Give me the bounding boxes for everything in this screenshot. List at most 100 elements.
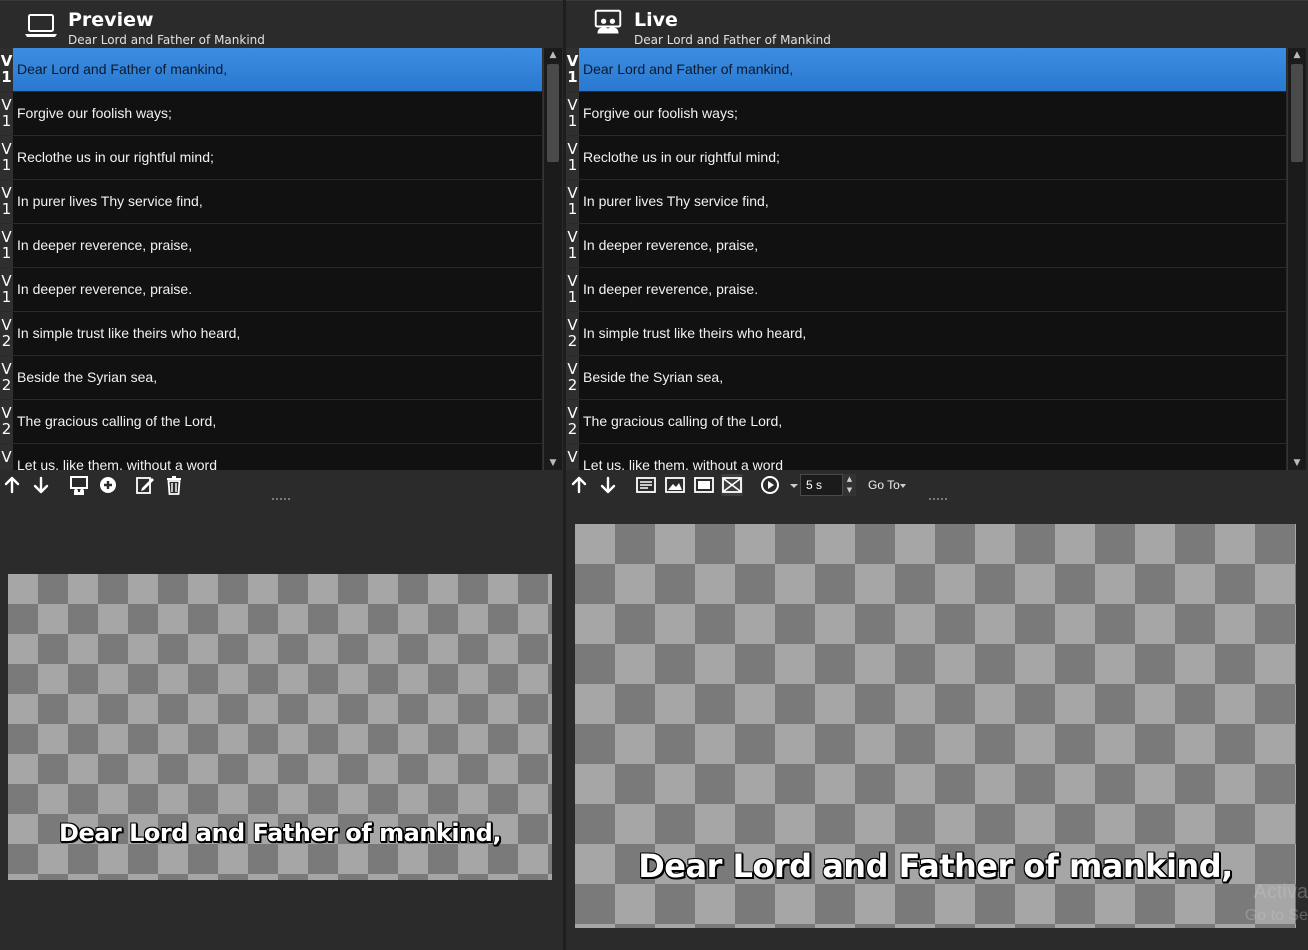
- live-slide-row[interactable]: V 1 Reclothe us in our rightful mind;: [566, 136, 1286, 180]
- slide-tag-letter: V: [567, 404, 578, 422]
- slide-tag-letter: V: [567, 448, 578, 466]
- live-display-area: Dear Lord and Father of mankind, Activa …: [566, 503, 1308, 950]
- preview-slide-row[interactable]: V 1 In purer lives Thy service find,: [0, 180, 542, 224]
- preview-display-area: Dear Lord and Father of mankind,: [0, 503, 563, 950]
- goto-caret-icon[interactable]: [900, 484, 906, 488]
- slide-tag-number: 2: [1, 332, 12, 350]
- slide-tag: V1: [566, 180, 579, 223]
- scroll-up-arrow-icon[interactable]: ▲: [544, 48, 562, 62]
- go-live-button[interactable]: [68, 474, 90, 496]
- image-icon: [665, 477, 685, 493]
- slide-tag: V2: [566, 356, 579, 399]
- live-slide-row[interactable]: V 2 The gracious calling of the Lord,: [566, 400, 1286, 444]
- delete-button[interactable]: [163, 474, 185, 496]
- play-slides-button[interactable]: [759, 474, 781, 496]
- slide-tag-number: 2: [567, 332, 578, 350]
- preview-subtitle: Dear Lord and Father of Mankind: [68, 33, 265, 47]
- slide-tag-letter: V: [1, 404, 12, 422]
- slide-text: Beside the Syrian sea,: [583, 369, 724, 385]
- show-desktop-button[interactable]: [635, 474, 657, 496]
- blank-screen-button[interactable]: [693, 474, 715, 496]
- live-slide-row[interactable]: V 1 In purer lives Thy service find,: [566, 180, 1286, 224]
- delay-spinner[interactable]: ▲ ▼: [842, 474, 856, 496]
- preview-toolbar: [0, 470, 563, 500]
- scroll-thumb[interactable]: [547, 64, 559, 162]
- live-subtitle: Dear Lord and Father of Mankind: [634, 33, 831, 47]
- slide-tag: V1: [566, 268, 579, 311]
- previous-slide-button[interactable]: [568, 474, 590, 496]
- live-slide-row[interactable]: V 2 In simple trust like theirs who heard,: [566, 312, 1286, 356]
- edit-icon: [136, 477, 154, 494]
- slide-tag: V2: [0, 312, 13, 355]
- slide-tag-letter: V: [567, 272, 578, 290]
- slide-tag-letter: V: [567, 316, 578, 334]
- slide-tag: V2: [0, 356, 13, 399]
- slide-tag: V1: [566, 92, 579, 135]
- slide-tag: V1: [0, 268, 13, 311]
- scroll-down-arrow-icon[interactable]: ▼: [1288, 456, 1306, 470]
- slide-tag: V2: [0, 400, 13, 443]
- preview-slide-row[interactable]: V 2 The gracious calling of the Lord,: [0, 400, 542, 444]
- slide-text: The gracious calling of the Lord,: [17, 413, 217, 429]
- scroll-up-arrow-icon[interactable]: ▲: [1288, 48, 1306, 62]
- edit-button[interactable]: [134, 474, 156, 496]
- live-slide-row[interactable]: V Let us, like them, without a word: [566, 444, 1286, 470]
- preview-slide-row[interactable]: V 2 In simple trust like theirs who heard,: [0, 312, 542, 356]
- arrow-down-icon: [600, 476, 616, 494]
- show-theme-button[interactable]: [664, 474, 686, 496]
- preview-display-text: Dear Lord and Father of mankind,: [59, 819, 501, 847]
- slide-tag-letter: V: [567, 184, 578, 202]
- slide-text: In simple trust like theirs who heard,: [17, 325, 241, 341]
- trash-icon: [167, 476, 181, 495]
- preview-slide-row[interactable]: V Let us, like them, without a word: [0, 444, 542, 470]
- add-to-service-button[interactable]: [97, 474, 119, 496]
- slide-text: The gracious calling of the Lord,: [583, 413, 783, 429]
- slide-tag-letter: V: [1, 140, 12, 158]
- play-options-dropdown[interactable]: [783, 474, 798, 496]
- move-down-button[interactable]: [30, 474, 52, 496]
- slide-tag-number: 1: [1, 244, 12, 262]
- live-scrollbar[interactable]: ▲ ▼: [1287, 48, 1306, 470]
- preview-display-screen: Dear Lord and Father of mankind,: [8, 574, 552, 880]
- live-slide-list[interactable]: V 1 Dear Lord and Father of mankind, V 1 Forg…: [566, 48, 1286, 470]
- slide-tag-number: 1: [1, 200, 12, 218]
- live-slide-row[interactable]: V 1 Forgive our foolish ways;: [566, 92, 1286, 136]
- preview-slide-row[interactable]: V 1 Reclothe us in our rightful mind;: [0, 136, 542, 180]
- slide-text: In purer lives Thy service find,: [583, 193, 769, 209]
- slide-text: Dear Lord and Father of mankind,: [583, 61, 794, 77]
- live-slide-row[interactable]: V 1 Dear Lord and Father of mankind,: [566, 48, 1286, 92]
- preview-scrollbar[interactable]: ▲ ▼: [543, 48, 562, 470]
- blank-to-black-button[interactable]: [721, 474, 743, 496]
- slide-tag: V2: [566, 312, 579, 355]
- scroll-down-arrow-icon[interactable]: ▼: [544, 456, 562, 470]
- slide-tag-number: 2: [567, 376, 578, 394]
- arrow-up-icon: [571, 476, 587, 494]
- move-up-button[interactable]: [1, 474, 23, 496]
- preview-slide-list[interactable]: V 1 Dear Lord and Father of mankind, V 1 Forg…: [0, 48, 542, 470]
- slide-tag-letter: V: [567, 360, 578, 378]
- next-slide-button[interactable]: [597, 474, 619, 496]
- live-slide-row[interactable]: V 1 In deeper reverence, praise,: [566, 224, 1286, 268]
- slide-tag-number: 1: [567, 156, 578, 174]
- slide-tag: V: [0, 444, 13, 470]
- live-slide-row[interactable]: V 1 In deeper reverence, praise.: [566, 268, 1286, 312]
- live-slide-row[interactable]: V 2 Beside the Syrian sea,: [566, 356, 1286, 400]
- preview-slide-row[interactable]: V 1 In deeper reverence, praise.: [0, 268, 542, 312]
- slide-tag-number: 1: [567, 200, 578, 218]
- present-icon: [70, 476, 88, 495]
- preview-slide-row[interactable]: V 1 In deeper reverence, praise,: [0, 224, 542, 268]
- live-panel: Live Dear Lord and Father of Mankind V1D…: [566, 0, 1308, 950]
- scroll-thumb[interactable]: [1291, 64, 1303, 162]
- preview-slide-row[interactable]: V 1 Forgive our foolish ways;: [0, 92, 542, 136]
- preview-slide-row[interactable]: V 1 Dear Lord and Father of mankind,: [0, 48, 542, 92]
- slide-tag-letter: V: [1, 96, 12, 114]
- live-display-text: Dear Lord and Father of mankind,: [638, 847, 1233, 885]
- slide-tag-number: 1: [567, 244, 578, 262]
- watermark-line-2: Go to Se: [1244, 907, 1308, 924]
- preview-slide-row[interactable]: V 2 Beside the Syrian sea,: [0, 356, 542, 400]
- slide-text: In simple trust like theirs who heard,: [583, 325, 807, 341]
- slide-text: Reclothe us in our rightful mind;: [583, 149, 780, 165]
- goto-dropdown[interactable]: Go To: [868, 478, 900, 492]
- slide-tag-number: 1: [1, 288, 12, 306]
- slide-tag-letter: V: [1, 316, 12, 334]
